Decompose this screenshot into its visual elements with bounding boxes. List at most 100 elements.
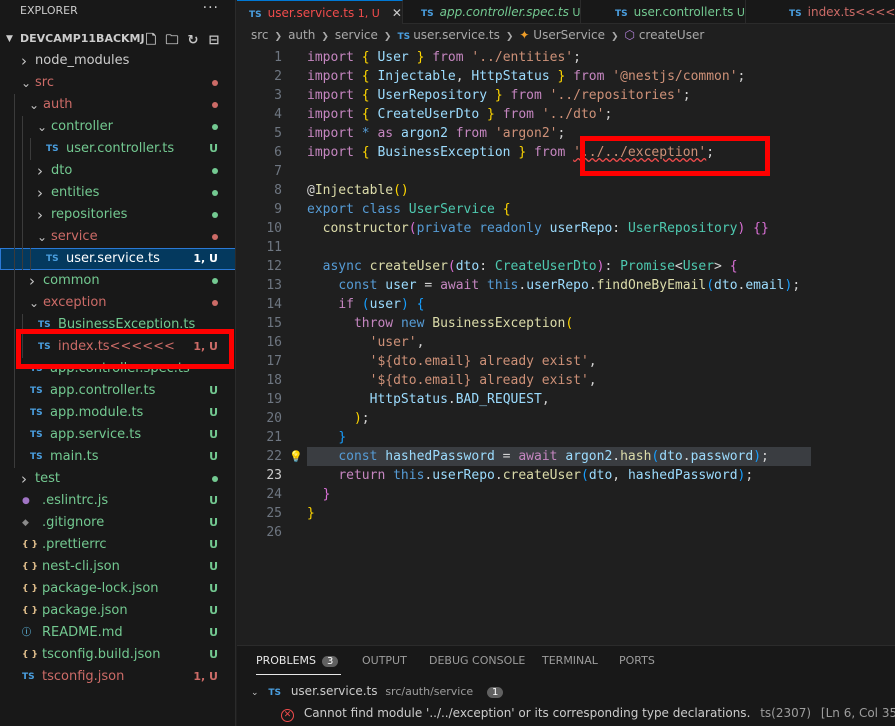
new-folder-icon[interactable]: 🗀 xyxy=(164,33,180,49)
file-item[interactable]: { } package.json U xyxy=(0,600,235,622)
tab-label: user.controller.ts xyxy=(633,5,734,19)
typescript-file-icon: TS xyxy=(30,452,43,462)
active-tab-underline xyxy=(256,674,341,675)
status-dot xyxy=(212,212,218,218)
typescript-file-icon: TS xyxy=(615,9,628,19)
code-line: 4 import { CreateUserDto } from '../dto'; xyxy=(237,105,895,124)
indent-guide xyxy=(14,336,15,358)
folder-item[interactable]: ⌄ controller xyxy=(0,116,235,138)
line-number: 8 xyxy=(274,183,282,198)
panel-tab-label: PROBLEMS xyxy=(256,654,317,667)
project-header[interactable]: ▼ DEVCAMP11BACKMJ 🗋 🗀 ↻ ⊟ xyxy=(0,28,235,50)
typescript-file-icon: TS xyxy=(30,430,43,440)
lightbulb-icon[interactable]: 💡 xyxy=(289,447,303,466)
panel-tab-label: TERMINAL xyxy=(542,654,598,667)
file-item[interactable]: TS app.service.ts U xyxy=(0,424,235,446)
line-number: 16 xyxy=(266,335,282,350)
code-line: 26 xyxy=(237,523,895,542)
panel-tab-label: OUTPUT xyxy=(362,654,407,667)
line-number: 23 xyxy=(266,468,282,483)
editor-tab[interactable]: TS app.controller.spec.ts U xyxy=(409,0,582,24)
file-item[interactable]: ⓘ README.md U xyxy=(0,622,235,644)
eslint-file-icon: ● xyxy=(22,496,30,506)
breadcrumb-item[interactable]: service xyxy=(335,28,378,42)
breadcrumb-item[interactable]: src xyxy=(251,28,269,42)
file-item[interactable]: { } .prettierrc U xyxy=(0,534,235,556)
file-item[interactable]: { } package-lock.json U xyxy=(0,578,235,600)
editor-tab[interactable]: TS index.ts<<<<<< xyxy=(777,0,895,24)
typescript-file-icon: TS xyxy=(268,688,281,698)
chevron-down-icon: ⌄ xyxy=(21,76,32,90)
problem-file-row[interactable]: ⌄ TS user.service.ts src/auth/service 1 xyxy=(251,684,504,698)
json-file-icon: { } xyxy=(22,650,38,660)
file-item[interactable]: TS app.controller.ts U xyxy=(0,380,235,402)
breadcrumb-item[interactable]: user.service.ts xyxy=(413,28,500,42)
breadcrumb-item[interactable]: auth xyxy=(288,28,315,42)
code-line: 12 async createUser(dto: CreateUserDto):… xyxy=(237,257,895,276)
line-number: 26 xyxy=(266,525,282,540)
file-item[interactable]: ● .eslintrc.js U xyxy=(0,490,235,512)
file-item[interactable]: TS user.service.ts 1, U xyxy=(0,248,235,270)
panel-tab[interactable]: TERMINAL xyxy=(542,654,598,667)
indent-guide xyxy=(14,204,15,226)
folder-item[interactable]: › test xyxy=(0,468,235,490)
code-line: 24 } xyxy=(237,485,895,504)
new-file-icon[interactable]: 🗋 xyxy=(143,33,159,49)
close-icon[interactable]: ✕ xyxy=(392,6,402,20)
breadcrumb-item[interactable]: UserService xyxy=(533,28,605,42)
explorer-title: EXPLORER xyxy=(20,4,78,17)
line-number: 2 xyxy=(274,69,282,84)
line-number: 19 xyxy=(266,392,282,407)
file-item[interactable]: ◆ .gitignore U xyxy=(0,512,235,534)
editor-tab[interactable]: TS user.controller.ts U xyxy=(603,0,746,24)
collapse-all-icon[interactable]: ⊟ xyxy=(206,33,222,49)
folder-item[interactable]: › common xyxy=(0,270,235,292)
code-line: 1 import { User } from '../entities'; xyxy=(237,48,895,67)
chevron-down-icon: ⌄ xyxy=(29,98,40,112)
folder-item[interactable]: ⌄ exception xyxy=(0,292,235,314)
panel-tab[interactable]: PORTS xyxy=(619,654,655,667)
folder-item[interactable]: ⌄ service xyxy=(0,226,235,248)
tree-item-label: entities xyxy=(51,185,100,200)
method-icon: ⬡ xyxy=(624,28,639,42)
line-number: 10 xyxy=(266,221,282,236)
line-number: 14 xyxy=(266,297,282,312)
folder-item[interactable]: › repositories xyxy=(0,204,235,226)
indent-guide xyxy=(14,94,15,116)
panel-tab[interactable]: DEBUG CONSOLE xyxy=(429,654,525,667)
tree-item-label: common xyxy=(43,273,100,288)
file-item[interactable]: { } tsconfig.build.json U xyxy=(0,644,235,666)
line-number: 9 xyxy=(274,202,282,217)
typescript-file-icon: TS xyxy=(421,9,434,19)
tree-item-label: src xyxy=(35,75,54,90)
code-line: 7 xyxy=(237,162,895,181)
refresh-icon[interactable]: ↻ xyxy=(185,33,201,49)
chevron-right-icon: ❯ xyxy=(383,32,392,42)
folder-item[interactable]: › node_modules xyxy=(0,50,235,72)
chevron-right-icon: ❯ xyxy=(321,32,329,42)
panel-tab[interactable]: PROBLEMS 3 xyxy=(256,654,341,675)
indent-guide xyxy=(14,402,15,424)
chevron-right-icon: ❯ xyxy=(274,32,283,42)
chevron-right-icon: ❯ xyxy=(610,32,619,42)
problem-item[interactable]: ✕ Cannot find module '../../exception' o… xyxy=(281,706,895,722)
folder-item[interactable]: ⌄ auth xyxy=(0,94,235,116)
folder-item[interactable]: › entities xyxy=(0,182,235,204)
tree-item-label: tsconfig.json xyxy=(42,669,125,684)
file-item[interactable]: TS user.controller.ts U xyxy=(0,138,235,160)
breadcrumb: src ❯ auth ❯ service ❯ TS user.service.ts ❯ ✦ Us… xyxy=(251,28,704,42)
file-item[interactable]: { } nest-cli.json U xyxy=(0,556,235,578)
file-item[interactable]: TS app.module.ts U xyxy=(0,402,235,424)
more-actions-icon[interactable]: ··· xyxy=(203,0,219,19)
file-item[interactable]: TS main.ts U xyxy=(0,446,235,468)
folder-item[interactable]: ⌄ src xyxy=(0,72,235,94)
indent-guide xyxy=(14,182,15,204)
folder-item[interactable]: › dto xyxy=(0,160,235,182)
editor-tab[interactable]: TS user.service.ts 1, U ✕ xyxy=(237,0,403,24)
line-number: 11 xyxy=(266,240,282,255)
file-item[interactable]: TS tsconfig.json 1, U xyxy=(0,666,235,688)
line-number: 15 xyxy=(266,316,282,331)
code-editor[interactable]: 1 import { User } from '../entities'; 2 imp… xyxy=(237,48,895,548)
breadcrumb-item[interactable]: createUser xyxy=(639,28,704,42)
panel-tab[interactable]: OUTPUT xyxy=(362,654,407,667)
